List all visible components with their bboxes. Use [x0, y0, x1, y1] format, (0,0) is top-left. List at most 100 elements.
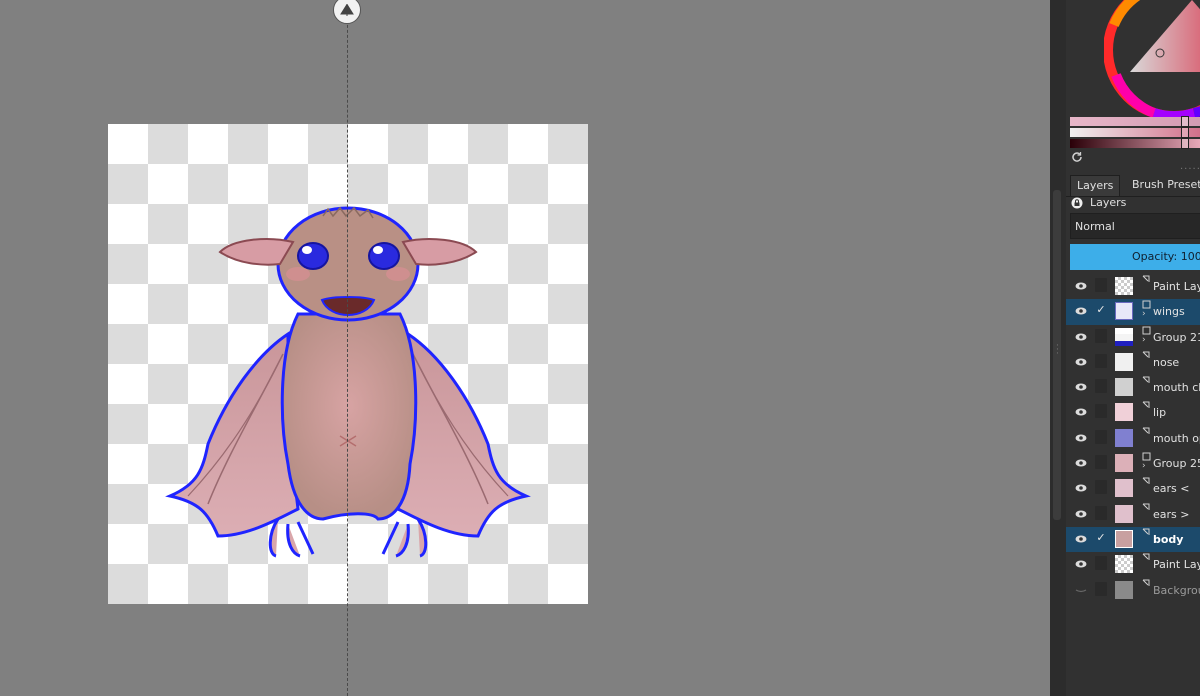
- layer-thumbnail: [1115, 428, 1133, 447]
- layer-thumbnail: [1115, 504, 1133, 523]
- bat-artwork[interactable]: [108, 124, 588, 604]
- layer-checkbox[interactable]: [1095, 581, 1107, 596]
- layer-row-paint-layer[interactable]: Paint Layer: [1066, 274, 1200, 299]
- eye-icon[interactable]: [1075, 332, 1087, 342]
- eye-icon[interactable]: [1075, 407, 1087, 417]
- layer-name: body: [1153, 532, 1184, 546]
- layers-docker-header: Layers: [1066, 196, 1200, 212]
- lock-icon[interactable]: [1071, 197, 1083, 209]
- layer-row-ears[interactable]: ears >: [1066, 502, 1200, 527]
- layer-checkbox[interactable]: [1095, 353, 1107, 368]
- right-wing: [396, 331, 531, 538]
- eye-icon[interactable]: [1075, 534, 1087, 544]
- paint-layer-icon: [1142, 275, 1150, 282]
- layer-name: Background: [1153, 583, 1200, 597]
- canvas-vertical-scrollbar[interactable]: · · ·: [1050, 0, 1066, 696]
- layer-name: wings: [1153, 305, 1185, 319]
- layer-row-paint-layer[interactable]: Paint Layer: [1066, 552, 1200, 577]
- opacity-slider[interactable]: Opacity: 100%: [1070, 244, 1200, 270]
- eye-icon[interactable]: [1075, 382, 1087, 392]
- layer-row-wings[interactable]: ✓ › wings: [1066, 299, 1200, 325]
- layer-name: Group 21: [1153, 330, 1200, 344]
- mirror-axis-handle-icon[interactable]: [333, 0, 361, 24]
- layer-checkbox[interactable]: [1095, 278, 1107, 292]
- layer-list: Paint Layer ✓ › wings › Group 21 nose mouth clo…: [1066, 274, 1200, 603]
- tab-brush-presets[interactable]: Brush Presets: [1126, 175, 1200, 195]
- layer-row-mouth-closed[interactable]: mouth closed: [1066, 375, 1200, 400]
- canvas-area[interactable]: [0, 0, 1050, 696]
- paint-layer-icon: [1142, 351, 1150, 358]
- paint-layer-icon: [1142, 376, 1150, 384]
- paint-layer-icon: [1142, 477, 1150, 485]
- layer-row-body[interactable]: ✓ body: [1066, 526, 1200, 553]
- layer-thumbnail: [1115, 555, 1133, 574]
- docker-tab-bar: Layers Brush Presets: [1066, 172, 1200, 197]
- mirror-axis-line: [347, 0, 348, 696]
- layer-row-lip[interactable]: lip: [1066, 400, 1200, 425]
- left-wing: [165, 331, 300, 538]
- value-slider[interactable]: [1070, 138, 1200, 149]
- layer-thumbnail: [1115, 454, 1133, 473]
- eye-icon[interactable]: [1075, 281, 1087, 291]
- expand-chevron-icon[interactable]: ›: [1142, 335, 1146, 345]
- layer-checkbox[interactable]: [1095, 505, 1107, 520]
- eye-icon[interactable]: [1075, 509, 1087, 519]
- group-layer-icon: [1142, 326, 1151, 335]
- splitter-grip-icon[interactable]: · · ·: [1056, 342, 1059, 359]
- layer-checkbox[interactable]: [1095, 455, 1107, 470]
- paint-layer-icon: [1142, 528, 1150, 535]
- layer-row-group-25[interactable]: › Group 25: [1066, 451, 1200, 476]
- eye-icon[interactable]: [1075, 559, 1087, 569]
- layer-checkbox[interactable]: [1095, 556, 1107, 571]
- right-ear: [401, 238, 478, 266]
- layer-row-ears[interactable]: ears <: [1066, 476, 1200, 501]
- layer-checkbox[interactable]: [1095, 379, 1107, 394]
- layer-thumbnail: [1115, 302, 1133, 321]
- saturation-slider[interactable]: [1070, 127, 1200, 138]
- layer-checkbox[interactable]: [1095, 480, 1107, 495]
- layer-thumbnail: [1115, 580, 1133, 599]
- layer-row-nose[interactable]: nose: [1066, 350, 1200, 375]
- layer-checkbox[interactable]: ✓: [1095, 303, 1107, 317]
- paint-layer-icon: [1142, 401, 1150, 409]
- layer-row-group-21[interactable]: › Group 21: [1066, 325, 1200, 350]
- layer-checkbox[interactable]: [1095, 328, 1107, 343]
- layer-thumbnail: [1115, 479, 1133, 498]
- paint-layer-icon: [1142, 503, 1150, 510]
- color-selector[interactable]: [1104, 0, 1200, 120]
- tab-layers[interactable]: Layers: [1070, 175, 1121, 196]
- layer-checkbox[interactable]: ✓: [1095, 531, 1107, 545]
- eye-icon[interactable]: [1075, 433, 1087, 443]
- left-ear: [218, 238, 295, 266]
- layer-checkbox[interactable]: [1095, 404, 1107, 419]
- eye-icon[interactable]: [1075, 483, 1087, 493]
- layer-name: Group 25: [1153, 457, 1200, 471]
- saturation-slider-knob[interactable]: [1181, 127, 1189, 138]
- bat-body: [280, 312, 418, 521]
- value-slider-knob[interactable]: [1181, 138, 1189, 149]
- blend-mode-select[interactable]: Normal: [1070, 213, 1200, 239]
- hue-slider[interactable]: [1070, 116, 1200, 127]
- right-docker: ····· Layers Brush Presets Layers Normal…: [1066, 0, 1200, 696]
- refresh-icon[interactable]: [1071, 151, 1083, 163]
- expand-chevron-icon[interactable]: ›: [1142, 462, 1146, 471]
- layer-row-background[interactable]: Background: [1066, 578, 1200, 603]
- eye-closed-icon[interactable]: [1075, 585, 1087, 595]
- layer-row-mouth-open[interactable]: mouth open: [1066, 426, 1200, 451]
- layer-name: ears >: [1153, 507, 1190, 521]
- paint-layer-icon: [1142, 427, 1150, 434]
- layer-thumbnail: [1115, 403, 1133, 422]
- eye-icon[interactable]: [1075, 306, 1087, 316]
- hue-slider-knob[interactable]: [1181, 116, 1189, 127]
- eye-icon[interactable]: [1075, 458, 1087, 468]
- eye-icon[interactable]: [1075, 357, 1087, 367]
- layer-checkbox[interactable]: [1095, 429, 1107, 444]
- layer-thumbnail: [1115, 352, 1133, 371]
- layer-name: Paint Layer: [1153, 558, 1200, 572]
- paint-layer-icon: [1142, 579, 1150, 586]
- layer-name: lip: [1153, 406, 1167, 420]
- layer-name: mouth closed: [1153, 381, 1200, 395]
- layers-docker-title: Layers: [1090, 196, 1127, 209]
- expand-chevron-icon[interactable]: ›: [1142, 310, 1146, 319]
- layer-name: Paint Layer: [1153, 280, 1200, 293]
